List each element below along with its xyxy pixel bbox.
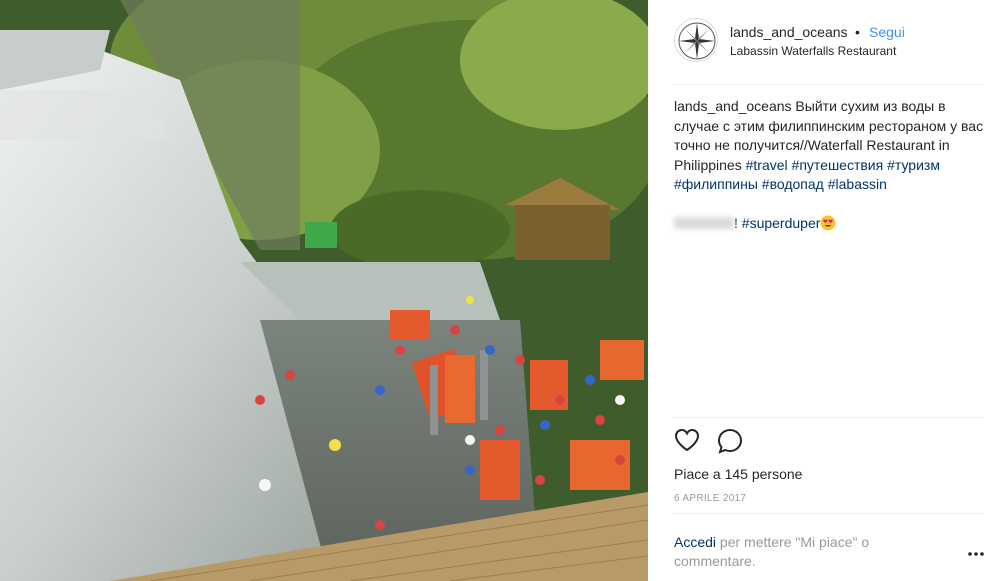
username[interactable]: lands_and_oceans (730, 24, 848, 40)
post-date: 6 APRILE 2017 (674, 493, 747, 504)
location-link[interactable]: Labassin Waterfalls Restaurant (730, 44, 896, 58)
comment-bubble-icon[interactable] (717, 428, 743, 454)
separator-dot: • (855, 24, 860, 40)
hashtag-link[interactable]: #superduper (742, 215, 821, 231)
hashtag-link[interactable]: #labassin (828, 176, 887, 192)
hashtag-link[interactable]: #travel (746, 157, 788, 173)
divider (672, 84, 984, 85)
exclamation: ! (734, 215, 738, 231)
compass-rose-icon (678, 22, 716, 60)
post-photo[interactable] (0, 0, 648, 581)
login-link[interactable]: Accedi (674, 534, 716, 550)
post-header: lands_and_oceans • Segui Labassin Waterf… (648, 0, 1000, 84)
post-caption: lands_and_oceans Выйти сухим из воды в с… (674, 97, 990, 234)
caption-username[interactable]: lands_and_oceans (674, 98, 792, 114)
avatar[interactable] (674, 18, 718, 62)
likes-count[interactable]: Piace a 145 persone (674, 466, 802, 482)
hashtag-link[interactable]: #путешествия (792, 157, 884, 173)
blurred-mention (674, 217, 734, 229)
more-options-icon[interactable] (966, 549, 986, 559)
heart-icon[interactable] (674, 428, 700, 452)
divider (672, 417, 984, 418)
divider (672, 513, 984, 514)
follow-button[interactable]: Segui (869, 24, 905, 40)
heart-eyes-emoji-icon (820, 215, 836, 231)
hashtag-link[interactable]: #филиппины (674, 176, 758, 192)
waterfall-restaurant-image (0, 0, 648, 581)
login-prompt: Accedi per mettere "Mi piace" o commenta… (674, 533, 924, 571)
post-side-panel: lands_and_oceans • Segui Labassin Waterf… (648, 0, 1000, 581)
hashtag-link[interactable]: #водопад (762, 176, 824, 192)
hashtag-link[interactable]: #туризм (887, 157, 940, 173)
